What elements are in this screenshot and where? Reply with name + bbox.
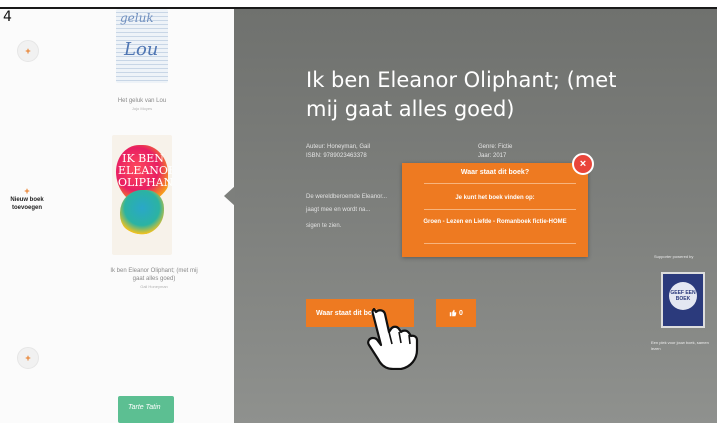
divider	[424, 183, 576, 184]
divider	[424, 243, 576, 244]
popup-heading: Waar staat dit boek?	[460, 169, 530, 176]
add-icon-bottom[interactable]: +	[17, 347, 39, 369]
thumbs-up-icon	[449, 309, 457, 317]
book-isbn: ISBN: 9789023463378	[306, 153, 367, 159]
book-year: Jaar: 2017	[478, 153, 507, 159]
book-cover-eleanor[interactable]: IK BEN ELEANOR OLIPHANT	[112, 135, 172, 255]
sponsor-label: Supporter powered by	[654, 254, 694, 259]
divider	[424, 209, 576, 210]
add-icon-top[interactable]: +	[17, 40, 39, 62]
book-caption-lou[interactable]: Het geluk van Lou Jojo Moyes	[104, 97, 180, 113]
cover-title: geluk	[120, 11, 154, 25]
slide-number: 4	[3, 9, 12, 25]
book-title: Ik ben Eleanor Oliphant; (met mij gaat a…	[306, 68, 617, 121]
like-button[interactable]: 0	[436, 299, 476, 327]
book-cover-green[interactable]: Tarte Tatin	[118, 396, 174, 423]
location-popup: Waar staat dit boek? Je kunt het boek vi…	[402, 163, 588, 257]
like-count: 0	[459, 309, 463, 317]
new-book-label: Nieuw boek toevoegen	[10, 197, 44, 211]
plus-icon: +	[24, 186, 30, 196]
selection-pointer	[224, 186, 235, 206]
hand-cursor-icon	[367, 308, 419, 370]
book-author: Auteur: Honeyman, Gail	[306, 144, 371, 150]
description-line-3: sigen te zien.	[306, 223, 342, 229]
popup-close-button[interactable]: ×	[572, 153, 594, 175]
description-line-1: De wereldberoemde Eleanor...	[306, 194, 388, 200]
book-cover-lou[interactable]: geluk Lou	[116, 9, 168, 83]
cover-title: IK BEN ELEANOR OLIPHANT	[118, 152, 172, 189]
popup-location-link[interactable]: Groen - Lezen en Liefde - Romanboek fict…	[412, 218, 578, 227]
sponsor-logo[interactable]: GEEF EEN BOEK	[661, 272, 705, 328]
screen: 4 + + Nieuw boek toevoegen + geluk Lou H…	[0, 0, 717, 423]
sponsor-caption: Een plek voor jouw boek, samen lezen	[651, 340, 709, 351]
popup-location-intro: Je kunt het boek vinden op:	[455, 195, 535, 201]
cover-title-large: Lou	[124, 39, 159, 60]
new-book-button[interactable]: + Nieuw boek toevoegen	[4, 186, 50, 212]
book-genre: Genre: Fictie	[478, 144, 513, 150]
book-caption-eleanor[interactable]: Ik ben Eleanor Oliphant; (met mij gaat a…	[104, 267, 204, 291]
description-line-2: jaagt mee en wordt na...	[306, 207, 371, 213]
